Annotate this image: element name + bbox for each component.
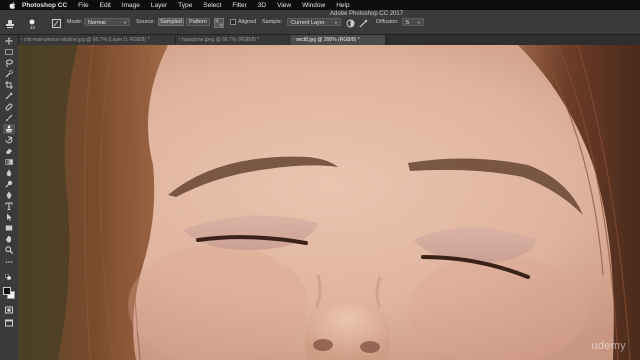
toggle-brush-panel-icon[interactable] [50, 17, 62, 29]
dodge-icon[interactable] [3, 179, 15, 189]
eraser-icon[interactable] [3, 146, 15, 156]
screen-mode-icon[interactable] [3, 318, 15, 328]
chevron-down-icon: ▼ [417, 20, 421, 25]
options-bar: Adobe Photoshop CC 2017 40 Mode: Normal ▼… [0, 10, 640, 35]
aligned-checkbox[interactable] [230, 19, 236, 25]
pressure-size-icon[interactable] [357, 17, 369, 29]
menu-bar: Photoshop CC File Edit Image Layer Type … [0, 0, 640, 10]
tab-label: city-man-person-skyline.jpg @ 66.7% (Lay… [24, 37, 150, 43]
document-canvas[interactable]: udemy [18, 45, 640, 360]
source-sampled-button[interactable]: Sampled [158, 18, 184, 26]
menu-type[interactable]: Type [178, 2, 192, 9]
clone-stamp-tool-preset-icon[interactable] [4, 18, 16, 30]
clone-stamp-icon[interactable] [3, 124, 15, 134]
tab-hatsclone[interactable]: × hatsclone.jpeg @ 66.7% (RGB/8) * [176, 35, 290, 45]
lasso-icon[interactable] [3, 58, 15, 68]
mode-dropdown[interactable]: Normal ▼ [84, 18, 130, 26]
tab-label: sect8.jpg @ 200% (RGB/8) * [296, 37, 360, 43]
sample-label: Sample: [262, 19, 283, 25]
menu-file[interactable]: File [78, 2, 88, 9]
menu-select[interactable]: Select [203, 2, 221, 9]
zoom-icon[interactable] [3, 245, 15, 255]
aligned-label: Aligned [238, 19, 257, 25]
apple-icon[interactable] [8, 1, 16, 9]
diffusion-value: 5 [406, 20, 410, 26]
tab-sect8[interactable]: × sect8.jpg @ 200% (RGB/8) * [290, 35, 386, 45]
app-name-menu[interactable]: Photoshop CC [22, 2, 67, 9]
tab-label: hatsclone.jpeg @ 66.7% (RGB/8) * [182, 37, 260, 43]
diffusion-dropdown[interactable]: 5 ▼ [402, 18, 424, 26]
pattern-picker-icon[interactable] [213, 17, 225, 29]
type-icon[interactable] [3, 201, 15, 211]
menu-view[interactable]: View [277, 2, 291, 9]
diffusion-label: Diffusion: [376, 19, 399, 25]
close-icon[interactable]: × [292, 35, 295, 45]
default-colors-icon[interactable] [3, 273, 15, 283]
mode-label: Mode: [67, 19, 83, 25]
hand-icon[interactable] [3, 234, 15, 244]
close-icon[interactable]: × [20, 35, 23, 45]
move-icon[interactable] [3, 36, 15, 46]
menu-help[interactable]: Help [336, 2, 349, 9]
chevron-down-icon: ▼ [123, 20, 127, 25]
quick-mask-icon[interactable] [3, 305, 15, 315]
healing-brush-icon[interactable] [3, 102, 15, 112]
more-tools-icon[interactable] [3, 257, 15, 267]
source-pattern-button[interactable]: Pattern [186, 18, 210, 26]
photoshop-app: Photoshop CC File Edit Image Layer Type … [0, 0, 640, 360]
path-select-icon[interactable] [3, 212, 15, 222]
menu-filter[interactable]: Filter [232, 2, 246, 9]
quick-select-icon[interactable] [3, 69, 15, 79]
chevron-down-icon: ▼ [334, 20, 338, 25]
menu-3d[interactable]: 3D [258, 2, 266, 9]
brush-icon[interactable] [3, 113, 15, 123]
shape-icon[interactable] [3, 223, 15, 233]
tab-city-man-person-skyline[interactable]: × city-man-person-skyline.jpg @ 66.7% (La… [18, 35, 176, 45]
foreground-color-swatch[interactable] [3, 287, 11, 295]
tools-panel [0, 35, 19, 360]
mode-value: Normal [88, 20, 106, 26]
face-photo [18, 45, 640, 360]
menu-edit[interactable]: Edit [100, 2, 111, 9]
gradient-icon[interactable] [3, 157, 15, 167]
blur-icon[interactable] [3, 168, 15, 178]
brush-size-value: 40 [30, 25, 36, 30]
sample-dropdown[interactable]: Current Layer ▼ [287, 18, 341, 26]
sample-value: Current Layer [291, 20, 325, 26]
cheek-left [128, 245, 308, 360]
menu-image[interactable]: Image [122, 2, 140, 9]
source-label: Source: [136, 19, 155, 25]
eyedropper-icon[interactable] [3, 91, 15, 101]
close-icon[interactable]: × [178, 35, 181, 45]
options-separator [63, 14, 64, 28]
menu-window[interactable]: Window [302, 2, 325, 9]
ignore-adjustment-layers-icon[interactable] [344, 17, 356, 29]
nostril-right [360, 341, 380, 353]
history-brush-icon[interactable] [3, 135, 15, 145]
cheek-right [408, 255, 588, 360]
marquee-icon[interactable] [3, 47, 15, 57]
udemy-watermark: udemy [591, 340, 626, 352]
pen-icon[interactable] [3, 190, 15, 200]
crop-icon[interactable] [3, 80, 15, 90]
menu-layer[interactable]: Layer [151, 2, 167, 9]
nostril-left [313, 339, 333, 351]
